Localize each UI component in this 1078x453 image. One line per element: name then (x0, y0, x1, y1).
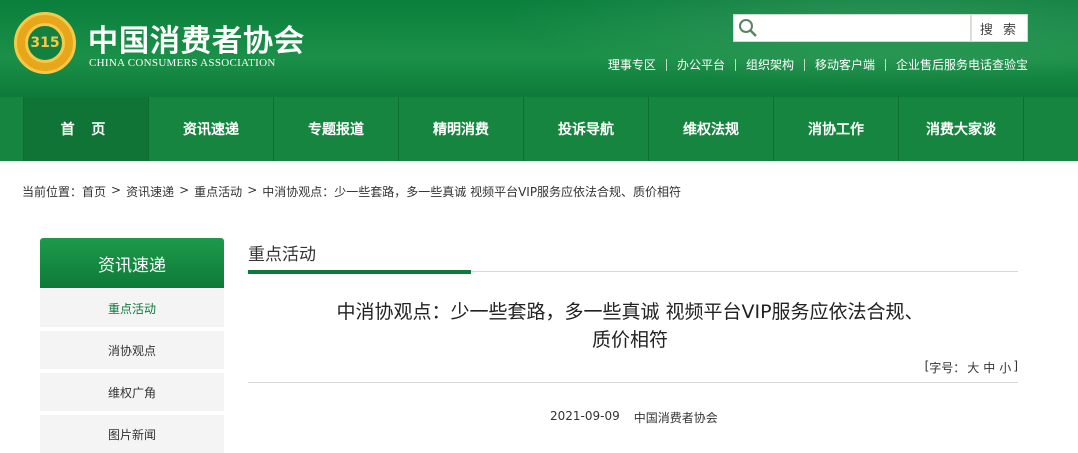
font-size-large[interactable]: 大 (967, 359, 979, 376)
breadcrumb: 当前位置： 首页 > 资讯速递 > 重点活动 > 中消协观点：少一些套路，多一些… (22, 183, 681, 200)
nav-item-special[interactable]: 专题报道 (273, 97, 398, 161)
breadcrumb-prefix: 当前位置： (22, 185, 83, 199)
font-size-label: 字号： (929, 361, 966, 375)
nav-filler (1023, 97, 1078, 161)
breadcrumb-news[interactable]: 资讯速递 (126, 183, 174, 200)
bracket: ] (1013, 359, 1018, 373)
sidebar-item-viewpoints[interactable]: 消协观点 (40, 331, 224, 369)
breadcrumb-key-activities[interactable]: 重点活动 (194, 183, 242, 200)
top-link-mobile[interactable]: 移动客户端 (805, 56, 885, 73)
breadcrumb-separator: > (111, 183, 122, 197)
top-link-office[interactable]: 办公平台 (667, 56, 735, 73)
nav-item-news[interactable]: 资讯速递 (148, 97, 273, 161)
divider (803, 58, 805, 71)
nav-item-association-work[interactable]: 消协工作 (773, 97, 898, 161)
search-button[interactable]: 搜 索 (971, 14, 1028, 42)
font-size-medium[interactable]: 中 (983, 359, 995, 376)
sidebar-item-key-activities[interactable]: 重点活动 (40, 289, 224, 327)
top-link-structure[interactable]: 组织架构 (736, 56, 804, 73)
nav-item-smart-consumption[interactable]: 精明消费 (398, 97, 523, 161)
article-title: 中消协观点：少一些套路，多一些真诚 视频平台VIP服务应依法合规、 质价相符 (260, 298, 1000, 354)
divider (734, 58, 736, 71)
top-links: 理事专区 办公平台 组织架构 移动客户端 企业售后服务电话查验宝 (598, 56, 1028, 73)
breadcrumb-separator: > (179, 183, 190, 197)
site-header: 315 中国消费者协会 CHINA CONSUMERS ASSOCIATION … (0, 0, 1078, 97)
nav-item-home[interactable]: 首 页 (23, 97, 148, 161)
top-link-hotline-check[interactable]: 企业售后服务电话查验宝 (886, 56, 1028, 73)
sidebar-title: 资讯速递 (40, 238, 224, 288)
logo-emblem: 315 (25, 23, 65, 63)
article-date: 2021-09-09 (550, 409, 620, 423)
top-link-council[interactable]: 理事专区 (598, 56, 666, 73)
breadcrumb-separator: > (247, 183, 258, 197)
divider (884, 58, 886, 71)
sidebar-item-rights-view[interactable]: 维权广角 (40, 373, 224, 411)
article-meta: 2021-09-09 中国消费者协会 (550, 409, 718, 426)
site-logo[interactable]: 315 (14, 12, 76, 74)
article-title-line: 中消协观点：少一些套路，多一些真诚 视频平台VIP服务应依法合规、 (336, 301, 924, 323)
brand-name-en: CHINA CONSUMERS ASSOCIATION (89, 57, 276, 69)
nav-item-rights-laws[interactable]: 维权法规 (648, 97, 773, 161)
main-nav: 首 页 资讯速递 专题报道 精明消费 投诉导航 维权法规 消协工作 消费大家谈 (0, 97, 1078, 161)
nav-item-complaint-guide[interactable]: 投诉导航 (523, 97, 648, 161)
article-divider (248, 382, 1018, 383)
font-size-small[interactable]: 小 (999, 359, 1011, 376)
article-source: 中国消费者协会 (633, 411, 718, 425)
sidebar-item-photo-news[interactable]: 图片新闻 (40, 415, 224, 453)
section-title: 重点活动 (248, 245, 316, 265)
search-input[interactable] (733, 14, 971, 42)
font-size-switcher: [ 字号： 大 中 小 ] (925, 359, 1018, 376)
section-title-underline (248, 270, 471, 274)
brand-name-cn: 中国消费者协会 (88, 24, 305, 59)
nav-item-consumer-talk[interactable]: 消费大家谈 (898, 97, 1023, 161)
breadcrumb-current: 中消协观点：少一些套路，多一些真诚 视频平台VIP服务应依法合规、质价相符 (262, 185, 682, 199)
article-title-line: 质价相符 (591, 329, 668, 351)
search-icon (739, 19, 757, 37)
breadcrumb-home[interactable]: 首页 (82, 183, 106, 200)
divider (665, 58, 667, 71)
